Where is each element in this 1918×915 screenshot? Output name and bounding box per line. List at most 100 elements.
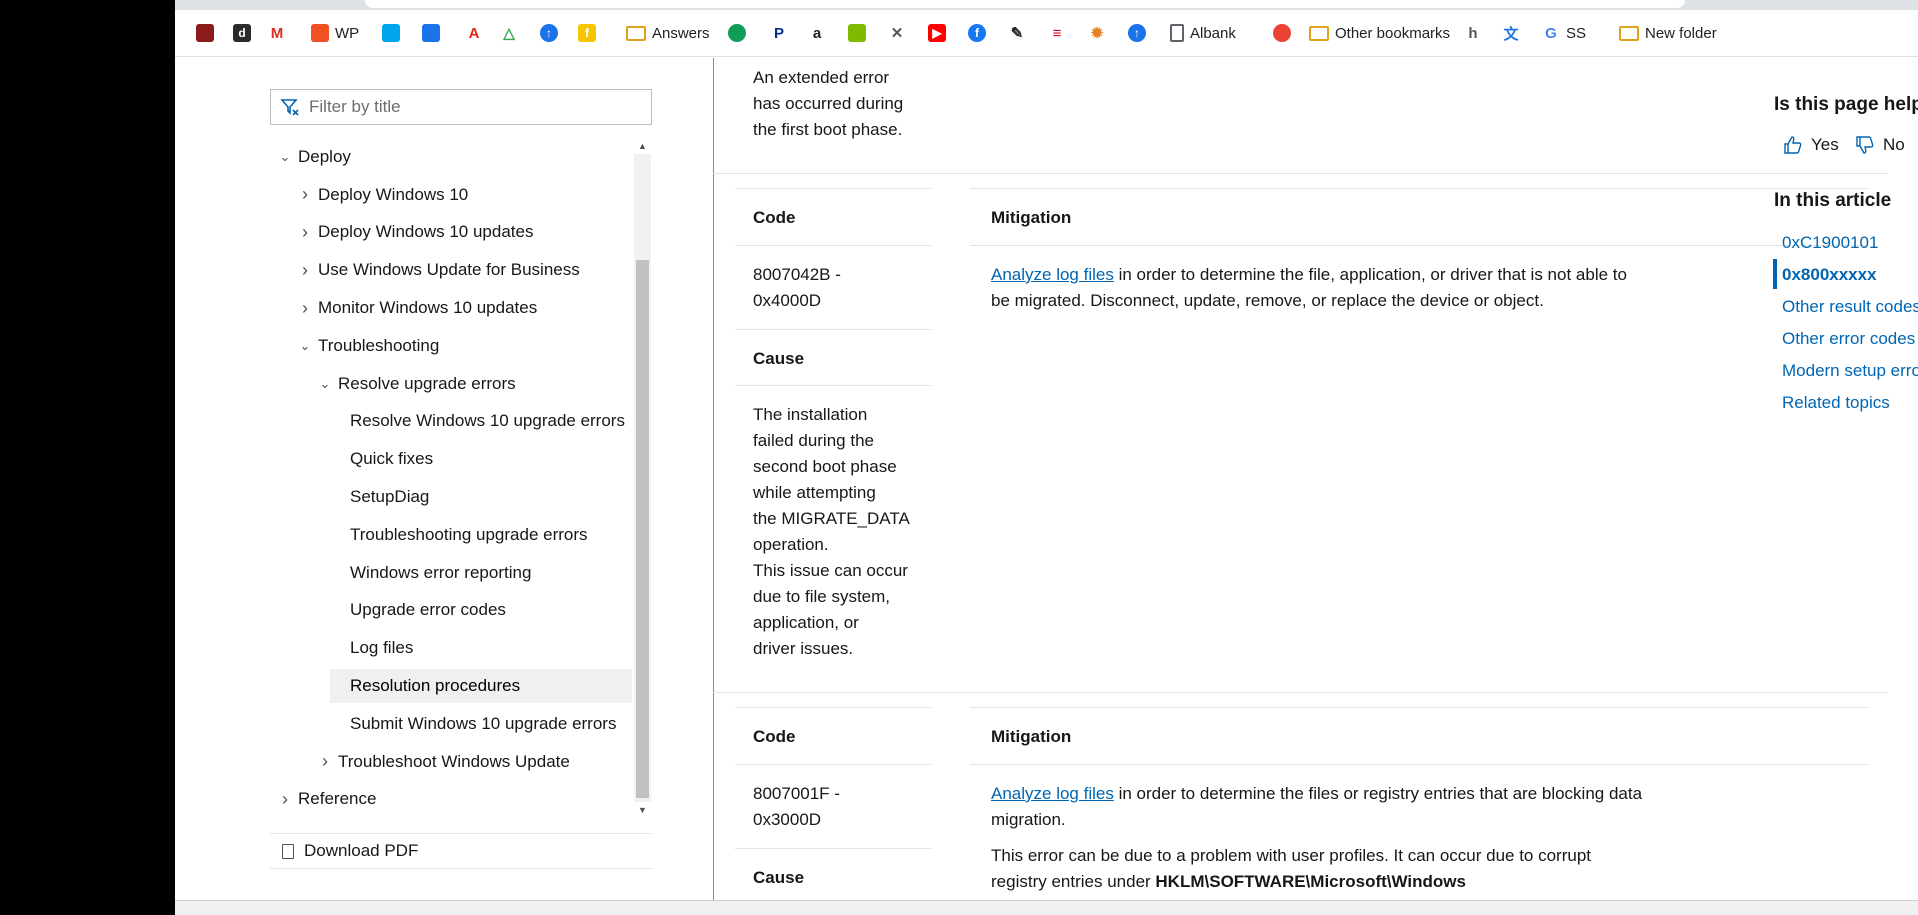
upload-icon: ↑ [540, 24, 558, 42]
toc-link-modern-setup-errors[interactable]: Modern setup errors [1782, 361, 1918, 381]
bookmark-item[interactable]: A [465, 23, 483, 43]
mitigation-text: Analyze log files in order to determine … [991, 784, 1643, 891]
bookmark-item[interactable]: P [770, 23, 788, 43]
toc-item-label: Deploy [298, 146, 351, 166]
bookmark-label: WP [335, 24, 360, 42]
bookmark-item[interactable]: h [1464, 23, 1482, 43]
filter-box[interactable] [270, 89, 652, 125]
chevron-right-icon: › [282, 788, 288, 809]
in-this-article-heading: In this article [1774, 190, 1892, 211]
toc-item[interactable]: Troubleshooting upgrade errors [330, 518, 588, 552]
cause-header: Cause [753, 349, 805, 368]
toc-item[interactable]: › Monitor Windows 10 updates [298, 291, 537, 325]
filter-input[interactable] [307, 96, 631, 118]
bookmark-item[interactable]: ↑ [540, 23, 558, 43]
bookmark-item[interactable] [422, 23, 440, 43]
microsoft-icon [382, 24, 400, 42]
bookmark-item[interactable]: M [268, 23, 286, 43]
analyze-log-files-link[interactable]: Analyze log files [991, 265, 1114, 284]
yr-icon [196, 24, 214, 42]
table-top-border [735, 188, 931, 189]
bookmark-item[interactable]: WP [311, 23, 359, 43]
address-bar[interactable] [365, 0, 1685, 8]
pdf-icon [282, 843, 294, 859]
bookmark-item[interactable]: f [968, 23, 986, 43]
toc-link-other-result-codes[interactable]: Other result codes [1782, 297, 1918, 317]
feather-icon [422, 24, 440, 42]
toc-item[interactable]: › Troubleshoot Windows Update [318, 745, 570, 779]
download-pdf-label: Download PDF [304, 841, 419, 860]
bookmark-item[interactable]: Other bookmarks [1309, 23, 1450, 43]
bookmark-item[interactable]: a [808, 23, 826, 43]
toc-item[interactable]: ⌄ Resolve upgrade errors [318, 367, 516, 401]
bookmark-item[interactable]: ▶ [928, 23, 946, 43]
toc-item[interactable]: SetupDiag [330, 480, 429, 514]
folder-icon [626, 25, 646, 41]
toc-item-label: Prepare [298, 128, 358, 129]
toc-item[interactable]: Quick fixes [330, 442, 433, 476]
bookmark-item[interactable]: Answers [626, 23, 710, 43]
toc-item[interactable]: ⌄ Troubleshooting [298, 329, 440, 363]
feedback-yes-button[interactable]: Yes [1783, 135, 1839, 155]
toc-item[interactable]: Upgrade error codes [330, 593, 506, 627]
toc-item-label: Troubleshoot Windows Update [338, 751, 570, 771]
bookmark-item[interactable]: ✎ [1008, 23, 1026, 43]
toc-link-other-error-codes[interactable]: Other error codes [1782, 329, 1915, 349]
toc-item[interactable]: › Use Windows Update for Business [298, 253, 580, 287]
toc-item[interactable]: Submit Windows 10 upgrade errors [330, 707, 616, 741]
status-bar [175, 900, 1918, 915]
windows-tiles-icon [848, 24, 866, 42]
bookmark-item[interactable]: d [233, 23, 251, 43]
toc-item[interactable]: › Prepare [278, 128, 358, 136]
folder-icon [1619, 25, 1639, 41]
toc-active-indicator [1773, 259, 1777, 289]
paypal-icon: P [773, 24, 784, 42]
toc-item-label: Resolve upgrade errors [338, 373, 516, 393]
bookmark-label: Albank [1190, 24, 1236, 42]
toc-item[interactable]: Log files [330, 631, 413, 665]
bookmark-item[interactable] [1273, 23, 1291, 43]
browser-viewport: d M WP A △ ↑ f Answers Pa ✕ ▶ f ✎ ≡ ✹ ↑ Albank Other book… [175, 0, 1918, 915]
bookmark-label: Answers [652, 24, 710, 42]
bookmark-item[interactable]: ✹ [1088, 23, 1106, 43]
folder-icon [1309, 25, 1329, 41]
green-circle-icon [728, 24, 746, 42]
bookmark-item[interactable] [728, 23, 746, 43]
nav-scrollbar-thumb[interactable] [636, 260, 649, 798]
toc-item-label: Windows error reporting [350, 562, 532, 582]
bookmark-item[interactable]: ≡ [1048, 23, 1066, 43]
youtube-icon: ▶ [928, 24, 946, 42]
bookmark-item[interactable]: f [578, 23, 596, 43]
scroll-up-arrow[interactable]: ▲ [634, 138, 651, 154]
download-pdf-link[interactable]: Download PDF [270, 833, 652, 869]
toc-item[interactable]: › Reference [278, 782, 376, 816]
toc-link-0x800xxxxx[interactable]: 0x800xxxxx [1782, 265, 1877, 285]
bookmark-item[interactable] [848, 23, 866, 43]
bookmark-item[interactable]: ✕ [888, 23, 906, 43]
bookmark-item[interactable]: ↑ [1128, 23, 1146, 43]
toc-item[interactable]: ⌄ Deploy [278, 140, 351, 174]
bookmark-item[interactable] [382, 23, 400, 43]
bookmark-item[interactable]: △ [500, 23, 518, 43]
thumbs-up-icon [1784, 136, 1802, 154]
toc-item[interactable]: › Deploy Windows 10 [298, 178, 468, 212]
file-icon [1170, 24, 1184, 42]
bookmark-item[interactable]: 文 [1502, 23, 1520, 43]
drive-icon: △ [503, 25, 515, 42]
feedback-no-button[interactable]: No [1855, 135, 1905, 155]
chevron-down-icon: ⌄ [319, 375, 331, 391]
bookmark-item[interactable]: Albank [1170, 23, 1236, 43]
bookmark-item[interactable]: G SS [1542, 23, 1586, 43]
translate-icon: 文 [1503, 25, 1519, 43]
toc-item[interactable]: Resolution procedures [330, 669, 632, 703]
mitigation-text: Analyze log files in order to determine … [991, 265, 1627, 310]
analyze-log-files-link[interactable]: Analyze log files [991, 784, 1114, 803]
toc-item[interactable]: Resolve Windows 10 upgrade errors [330, 404, 625, 438]
scroll-down-arrow[interactable]: ▼ [634, 802, 651, 818]
toc-item[interactable]: › Deploy Windows 10 updates [298, 215, 533, 249]
bookmark-item[interactable] [196, 23, 214, 43]
toc-link-0xc1900101[interactable]: 0xC1900101 [1782, 233, 1878, 253]
toc-link-related-topics[interactable]: Related topics [1782, 393, 1890, 413]
bookmark-item[interactable]: New folder [1619, 23, 1717, 43]
toc-item[interactable]: Windows error reporting [330, 556, 531, 590]
